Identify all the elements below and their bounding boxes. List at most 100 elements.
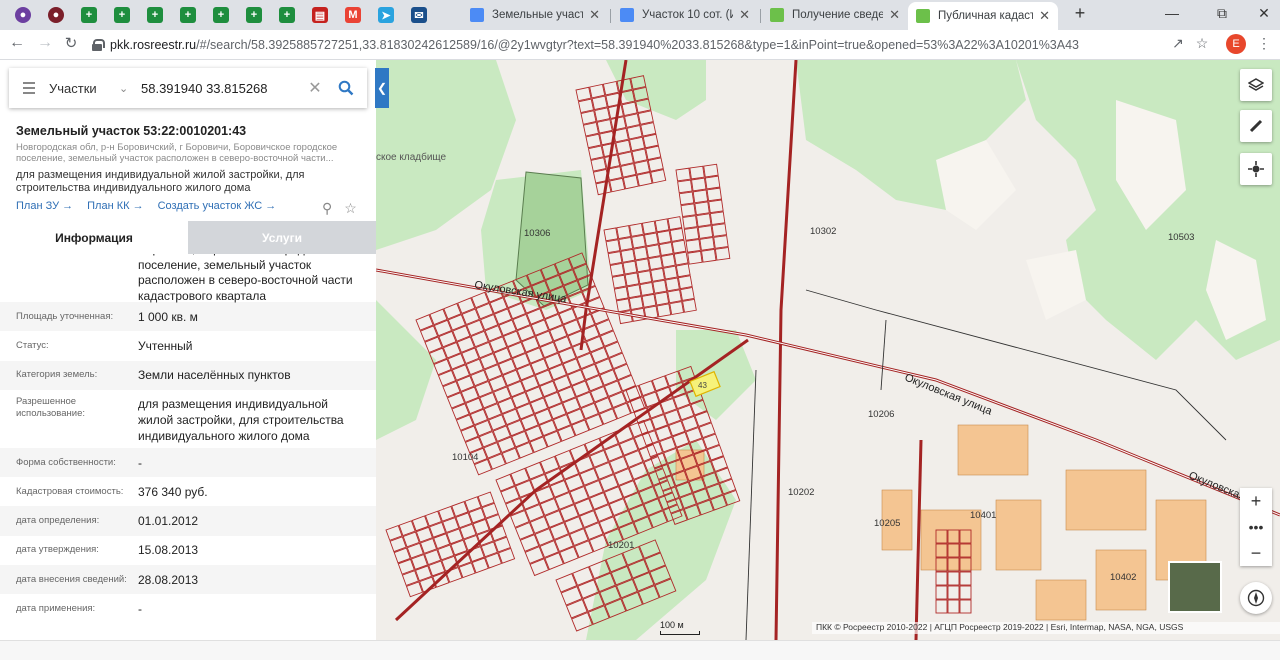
map-parcel[interactable] (646, 244, 661, 259)
map-parcel[interactable] (935, 599, 948, 614)
locate-point-button[interactable] (1240, 153, 1272, 185)
map-parcel[interactable] (603, 227, 619, 242)
new-tab-button[interactable]: + (1070, 3, 1090, 24)
map-parcel[interactable] (580, 110, 597, 125)
zoom-in-button[interactable]: + (1240, 488, 1272, 514)
map-parcel[interactable] (618, 236, 634, 251)
map-parcel[interactable] (610, 116, 627, 131)
map-parcel[interactable] (680, 203, 696, 218)
map-parcel[interactable] (616, 225, 632, 240)
back-button[interactable]: ← (6, 34, 28, 52)
browser-menu-icon[interactable]: ⋮ (1254, 35, 1274, 52)
map-parcel[interactable] (713, 235, 729, 249)
browser-tab[interactable]: Участок 10 сот. (ИЖС ✕ (612, 3, 758, 27)
map-parcel[interactable] (577, 98, 595, 114)
map-parcel[interactable] (639, 281, 655, 296)
map-parcel[interactable] (682, 298, 697, 313)
reload-button[interactable]: ↻ (60, 34, 82, 52)
map-parcel[interactable] (642, 133, 659, 149)
map-parcel[interactable] (677, 179, 693, 194)
map-parcel[interactable] (654, 218, 670, 233)
map-parcel[interactable] (660, 253, 676, 268)
pinned-tab[interactable]: ▤ (307, 3, 333, 27)
map-parcel[interactable] (709, 211, 726, 226)
map-parcel[interactable] (669, 227, 685, 242)
map-parcel[interactable] (679, 287, 695, 301)
map-parcel[interactable] (691, 177, 707, 192)
map-parcel[interactable] (648, 256, 663, 271)
map-parcel[interactable] (626, 124, 643, 140)
map-parcel[interactable] (636, 171, 653, 187)
close-tab-icon[interactable]: ✕ (739, 7, 750, 23)
browser-tab[interactable]: Земельные участки с ✕ (462, 3, 608, 27)
map-parcel[interactable] (694, 201, 710, 216)
map-parcel[interactable] (613, 286, 629, 301)
pinned-tab[interactable]: + (274, 3, 300, 27)
map-parcel[interactable] (589, 83, 606, 99)
map-parcel[interactable] (611, 274, 627, 289)
profile-avatar[interactable]: E (1226, 34, 1246, 54)
pinned-tab[interactable]: + (109, 3, 135, 27)
map-parcel[interactable] (628, 296, 644, 311)
map-parcel[interactable] (677, 275, 693, 290)
pinned-tab[interactable]: ➤ (373, 3, 399, 27)
map-parcel[interactable] (605, 239, 621, 254)
close-tab-icon[interactable]: ✕ (1039, 8, 1050, 24)
map-parcel[interactable] (640, 122, 657, 137)
map-parcel[interactable] (615, 298, 631, 313)
map-parcel[interactable] (673, 251, 689, 266)
pinned-tab[interactable]: ● (10, 3, 36, 27)
map-parcel[interactable] (683, 227, 700, 241)
share-icon[interactable]: ↗ (1168, 35, 1188, 52)
plan-kk-link[interactable]: План КК → (87, 200, 143, 212)
map-parcel[interactable] (609, 177, 626, 193)
map-parcel[interactable] (637, 270, 653, 285)
map-parcel[interactable] (637, 110, 654, 125)
map-parcel[interactable] (607, 251, 623, 265)
map-parcel[interactable] (671, 239, 687, 254)
map-parcel[interactable] (633, 246, 649, 261)
map-parcel[interactable] (675, 263, 691, 278)
basemap-switcher[interactable] (1168, 561, 1222, 613)
map-parcel[interactable] (654, 291, 670, 306)
tab-info[interactable]: Информация (0, 221, 188, 254)
zoom-to-parcel-icon[interactable]: ⚲ (322, 200, 332, 217)
map-parcel[interactable] (947, 571, 960, 586)
map-parcel[interactable] (935, 571, 948, 586)
map-parcel[interactable] (959, 585, 972, 600)
map-parcel[interactable] (706, 187, 722, 202)
map-parcel[interactable] (631, 234, 646, 249)
map-parcel[interactable] (667, 289, 682, 304)
map-parcel[interactable] (604, 154, 621, 169)
map-parcel[interactable] (647, 157, 664, 172)
map-parcel[interactable] (622, 260, 638, 275)
map-parcel[interactable] (665, 277, 680, 292)
browser-tab[interactable]: Получение сведений ✕ (762, 3, 908, 27)
minimize-icon[interactable]: — (1162, 5, 1182, 21)
map-parcel[interactable] (635, 258, 651, 273)
map-parcel[interactable] (652, 279, 668, 294)
map-parcel[interactable] (696, 213, 712, 227)
pinned-tab[interactable]: ● (43, 3, 69, 27)
forward-button[interactable]: → (34, 34, 56, 52)
pinned-tab[interactable]: + (241, 3, 267, 27)
pinned-tab[interactable]: + (76, 3, 102, 27)
map-canvas[interactable]: 43 10306 10302 10503 10104 10206 10202 1… (376, 60, 1280, 640)
map-parcel[interactable] (590, 157, 607, 172)
close-tab-icon[interactable]: ✕ (889, 7, 900, 23)
collapse-panel-button[interactable]: ❮ (375, 68, 389, 108)
map-parcel[interactable] (621, 101, 638, 117)
map-parcel[interactable] (617, 151, 634, 166)
map-label-lot[interactable]: 43 (698, 381, 707, 390)
map-parcel[interactable] (959, 599, 972, 614)
map-parcel[interactable] (656, 230, 672, 245)
map-parcel[interactable] (692, 189, 709, 204)
map-parcel[interactable] (575, 86, 592, 102)
search-type-select[interactable]: Участки (49, 81, 119, 96)
map-parcel[interactable] (596, 119, 613, 134)
map-parcel[interactable] (675, 167, 691, 182)
map-parcel[interactable] (667, 216, 683, 231)
map-parcel[interactable] (650, 267, 665, 282)
close-window-icon[interactable]: ✕ (1254, 5, 1274, 22)
map-parcel[interactable] (663, 265, 678, 280)
